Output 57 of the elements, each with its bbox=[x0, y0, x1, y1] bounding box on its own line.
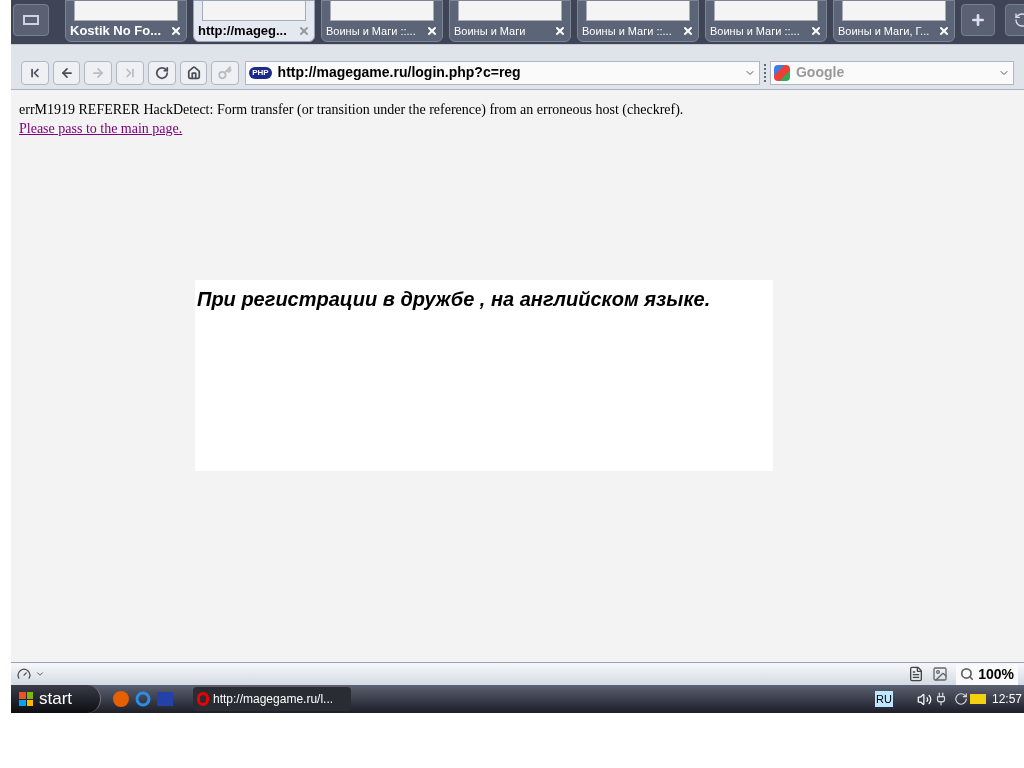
close-icon[interactable] bbox=[938, 25, 950, 37]
zoom-icon bbox=[960, 667, 975, 681]
main-page-link[interactable]: Please pass to the main page. bbox=[19, 119, 183, 138]
browser-tab[interactable]: http://mageg... bbox=[193, 0, 315, 42]
image-icon[interactable] bbox=[932, 666, 949, 682]
start-button[interactable]: start bbox=[11, 685, 101, 713]
url-text: http://magegame.ru/login.php?c=reg bbox=[277, 63, 522, 82]
tab-title: Kostik No Fo... bbox=[70, 22, 161, 41]
zoom-control[interactable]: 100% bbox=[956, 663, 1018, 685]
nav-button[interactable] bbox=[52, 60, 81, 85]
zoom-level: 100% bbox=[978, 664, 1014, 684]
sync-icon[interactable] bbox=[953, 692, 968, 706]
reload-icon bbox=[154, 65, 169, 80]
browser-tab[interactable]: Воины и Маги ::... bbox=[577, 0, 699, 42]
panel-icon bbox=[23, 15, 39, 25]
volume-icon[interactable] bbox=[916, 691, 932, 707]
search-input[interactable]: Google bbox=[795, 62, 992, 83]
tab-title: Воины и Маги, Г... bbox=[838, 23, 930, 39]
nav-button[interactable] bbox=[179, 60, 208, 85]
browser-tab[interactable]: Воины и Маги ::... bbox=[705, 0, 827, 42]
tab-title: Воины и Маги ::... bbox=[710, 23, 800, 39]
address-field[interactable]: PHP http://magegame.ru/login.php?c=reg bbox=[245, 60, 760, 85]
home-icon bbox=[186, 65, 201, 80]
close-icon[interactable] bbox=[810, 25, 822, 37]
close-icon[interactable] bbox=[170, 25, 182, 37]
php-badge: PHP bbox=[249, 66, 272, 79]
browser-tab[interactable]: Воины и Маги, Г... bbox=[833, 0, 955, 42]
language-indicator[interactable]: RU bbox=[875, 690, 893, 708]
tab-title: Воины и Маги bbox=[454, 23, 526, 39]
back-icon bbox=[59, 65, 74, 80]
close-icon[interactable] bbox=[426, 25, 438, 37]
notice-text: При регистрации в дружбе , на английском языке. bbox=[197, 287, 712, 312]
speed-dial-icon[interactable] bbox=[17, 667, 31, 681]
key-icon bbox=[218, 65, 233, 80]
clock: 12:57 bbox=[991, 691, 1022, 708]
tab-title: Воины и Маги ::... bbox=[326, 23, 416, 39]
taskbar-task[interactable]: http://magegame.ru/l... bbox=[193, 687, 351, 711]
nav-button[interactable] bbox=[21, 60, 49, 85]
windows-logo-icon bbox=[19, 692, 33, 706]
browser-tab[interactable]: Воины и Маги ::... bbox=[321, 0, 443, 42]
opera-logo-icon bbox=[197, 692, 209, 706]
google-logo-icon bbox=[773, 64, 790, 81]
nav-button[interactable] bbox=[147, 60, 176, 85]
search-field[interactable]: Google bbox=[769, 60, 1014, 85]
page-icon[interactable] bbox=[908, 666, 925, 682]
browser-tab[interactable]: Kostik No Fo... bbox=[65, 0, 187, 42]
dropdown-icon[interactable] bbox=[35, 669, 45, 679]
error-message: errM1919 REFERER HackDetect: Form transfer (or transition under the reference) from an erroneous host (checkref). bbox=[19, 101, 685, 119]
close-icon[interactable] bbox=[554, 25, 566, 37]
tab-title: http://mageg... bbox=[198, 22, 287, 41]
browser-tab[interactable]: Воины и Маги bbox=[449, 0, 571, 42]
forward-icon bbox=[91, 65, 106, 80]
tab-title: Воины и Маги ::... bbox=[582, 23, 672, 39]
close-icon[interactable] bbox=[682, 25, 694, 37]
plus-icon bbox=[970, 12, 986, 28]
new-tab-button[interactable] bbox=[961, 4, 995, 36]
panel-toggle-button[interactable] bbox=[13, 4, 49, 36]
